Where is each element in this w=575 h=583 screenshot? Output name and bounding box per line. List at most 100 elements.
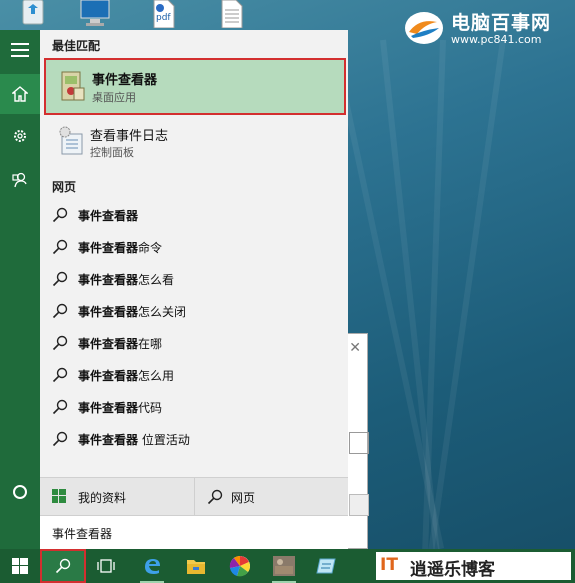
web-result-label: 事件查看器 (78, 207, 138, 224)
event-viewer-icon (61, 71, 85, 101)
web-result-item[interactable]: 事件查看器命令 (40, 231, 348, 263)
pinwheel-app-icon (229, 556, 250, 577)
app-icon (316, 558, 336, 574)
site-watermark: 电脑百事网 www.pc841.com (403, 8, 563, 48)
web-result-query: 事件查看器 (78, 305, 139, 319)
hamburger-icon (11, 43, 29, 57)
web-result-query: 事件查看器 (78, 337, 139, 351)
watermark-url: www.pc841.com (451, 33, 542, 46)
web-heading: 网页 (52, 180, 77, 194)
brand-mark: IT (380, 555, 398, 575)
edge-button[interactable] (132, 549, 172, 583)
search-icon (52, 431, 68, 447)
start-button[interactable] (0, 549, 40, 583)
web-result-item[interactable]: 事件查看器怎么用 (40, 359, 348, 391)
file-explorer-icon (187, 560, 205, 574)
web-result-item[interactable]: 事件查看器在哪 (40, 327, 348, 359)
search-icon (55, 558, 71, 574)
web-result-suffix: 命令 (138, 241, 163, 255)
web-result-suffix: 怎么看 (138, 273, 175, 287)
best-match-title: 事件查看器 (92, 73, 158, 88)
best-match-subtitle: 桌面应用 (92, 91, 136, 104)
web-result-suffix: 怎么关闭 (138, 305, 187, 319)
taskbar: IT 逍遥乐博客 (0, 549, 575, 583)
web-result-item[interactable]: 事件查看器怎么关闭 (40, 295, 348, 327)
search-icon (52, 207, 68, 223)
best-match-result[interactable]: 事件查看器 桌面应用 (44, 58, 346, 115)
search-icon (207, 489, 223, 505)
web-result-item[interactable]: 事件查看器代码 (40, 391, 348, 423)
search-filter-row: 我的资料 网页 (40, 477, 348, 516)
settings-icon (14, 130, 26, 142)
home-icon (12, 86, 28, 102)
event-log-title: 查看事件日志 (90, 129, 169, 144)
brand-text: 逍遥乐博客 (410, 560, 495, 580)
web-result-query: 事件查看器 (78, 209, 139, 223)
my-stuff-button[interactable]: 我的资料 (40, 478, 194, 516)
web-result-item[interactable]: 事件查看器 位置活动 (40, 423, 348, 455)
search-icon (52, 367, 68, 383)
search-results-panel: 最佳匹配 事件查看器 桌面应用 查看事件日志 控制面板 网页 事件查看器 事件查看… (40, 30, 348, 549)
photo-app-button[interactable] (264, 549, 304, 583)
web-result-suffix: 在哪 (138, 337, 163, 351)
web-result-query: 事件查看器 (78, 369, 139, 383)
site-logo-icon (405, 12, 443, 44)
search-icon (52, 239, 68, 255)
web-result-query: 事件查看器 (78, 273, 139, 287)
settings-button[interactable] (0, 116, 40, 156)
task-view-icon (97, 559, 115, 573)
web-result-query: 事件查看器 (78, 241, 139, 255)
web-result-label: 事件查看器在哪 (78, 335, 162, 352)
cortana-button[interactable] (0, 472, 40, 512)
pdf-file-icon[interactable]: pdf (150, 0, 186, 29)
web-result-suffix: 怎么用 (138, 369, 175, 383)
recycle-bin-icon[interactable] (18, 0, 54, 28)
start-rail (0, 30, 40, 549)
web-result-label: 事件查看器命令 (78, 239, 162, 256)
web-result-item[interactable]: 事件查看器怎么看 (40, 263, 348, 295)
control-panel-log-icon (59, 126, 83, 155)
web-result-label: 事件查看器怎么用 (78, 367, 174, 384)
close-icon[interactable]: ✕ (349, 340, 361, 356)
search-icon (52, 399, 68, 415)
event-log-result[interactable]: 查看事件日志 控制面板 (44, 118, 346, 164)
svg-text:pdf: pdf (156, 13, 171, 23)
feedback-icon (12, 172, 27, 188)
my-stuff-label: 我的资料 (78, 491, 127, 505)
search-input[interactable] (52, 524, 332, 542)
computer-icon[interactable] (78, 0, 114, 28)
web-result-query: 事件查看器 (78, 401, 139, 415)
event-log-subtitle: 控制面板 (90, 146, 134, 159)
feedback-button[interactable] (0, 160, 40, 200)
web-result-label: 事件查看器怎么看 (78, 271, 174, 288)
home-button[interactable] (0, 74, 40, 114)
search-box[interactable] (40, 515, 348, 549)
web-result-label: 事件查看器 位置活动 (78, 431, 190, 448)
app-button[interactable] (306, 549, 346, 583)
web-button-label: 网页 (231, 491, 256, 505)
hamburger-menu-button[interactable] (0, 30, 40, 70)
start-icon (12, 558, 28, 574)
photo-app-icon (273, 556, 295, 576)
web-result-label: 事件查看器代码 (78, 399, 162, 416)
pinwheel-app-button[interactable] (220, 549, 260, 583)
dialog-button[interactable] (349, 494, 369, 516)
corner-brand-watermark: IT 逍遥乐博客 (376, 552, 571, 580)
taskbar-search-button[interactable] (40, 549, 86, 583)
windows-logo-icon (52, 489, 66, 503)
web-result-suffix: 代码 (138, 401, 163, 415)
file-explorer-button[interactable] (176, 549, 216, 583)
edge-icon (145, 559, 160, 574)
web-result-item[interactable]: 事件查看器 (40, 199, 348, 231)
search-icon (52, 303, 68, 319)
cortana-circle-icon (13, 485, 27, 499)
web-result-query: 事件查看器 (78, 433, 139, 447)
web-result-suffix: 位置活动 (138, 433, 190, 447)
task-view-button[interactable] (86, 549, 126, 583)
search-icon (52, 271, 68, 287)
dialog-field[interactable] (349, 432, 369, 454)
best-match-heading: 最佳匹配 (52, 39, 101, 53)
web-search-button[interactable]: 网页 (195, 478, 348, 516)
watermark-title: 电脑百事网 (451, 12, 552, 34)
text-file-icon[interactable] (218, 0, 254, 29)
